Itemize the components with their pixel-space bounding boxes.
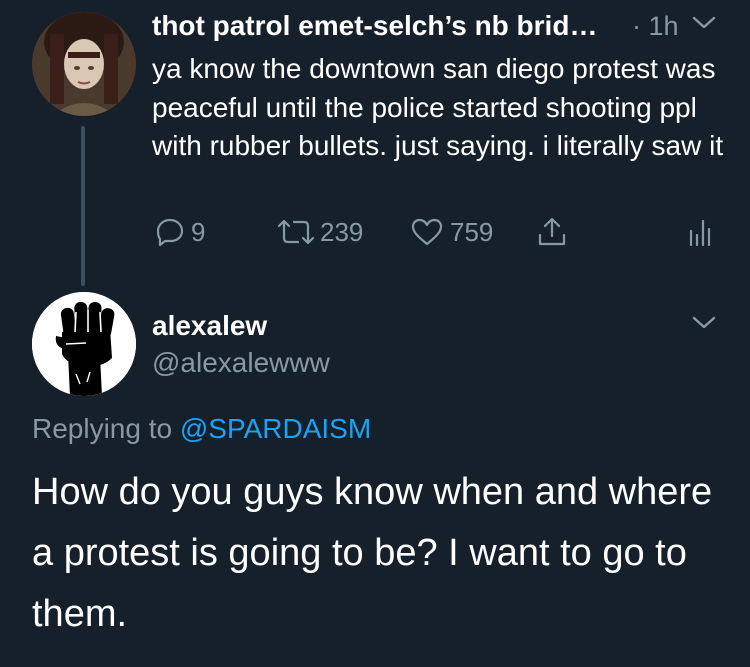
- tweet-text: ya know the downtown san diego protest w…: [152, 53, 724, 161]
- chevron-down-icon[interactable]: [692, 316, 716, 335]
- replying-to-label: Replying to: [32, 413, 173, 444]
- like-count: 759: [450, 216, 494, 247]
- reply-count: 9: [191, 216, 206, 247]
- retweet-count: 239: [320, 216, 364, 247]
- chevron-down-icon[interactable]: [692, 16, 716, 35]
- reply-author-handle[interactable]: @alexalewww: [152, 347, 330, 379]
- analytics-icon: [689, 219, 711, 247]
- avatar-portrait-image: [32, 12, 136, 116]
- reply-tweet-text: How do you guys know when and where a pr…: [32, 471, 713, 635]
- reply-author-display-name[interactable]: alexalew: [152, 310, 267, 342]
- author-avatar[interactable]: [32, 12, 136, 116]
- retweet-icon: [277, 219, 315, 245]
- share-icon: [538, 217, 566, 246]
- thread-connector-line: [81, 126, 85, 286]
- raised-fist-icon: [32, 292, 136, 396]
- replying-to-line: Replying to @SPARDAISM: [32, 413, 371, 445]
- analytics-button[interactable]: [688, 214, 712, 250]
- reply-icon: [156, 218, 184, 247]
- author-display-name[interactable]: thot patrol emet-selch’s nb brid…: [152, 10, 597, 42]
- reply-author-avatar[interactable]: [32, 292, 136, 396]
- reply-button[interactable]: 9: [155, 214, 205, 250]
- heart-icon: [411, 218, 443, 246]
- retweet-button[interactable]: 239: [276, 214, 363, 250]
- share-button[interactable]: [536, 214, 568, 250]
- like-button[interactable]: 759: [410, 214, 493, 250]
- tweet-timestamp[interactable]: · 1h: [632, 11, 679, 42]
- replying-to-mention-link[interactable]: @SPARDAISM: [180, 413, 371, 444]
